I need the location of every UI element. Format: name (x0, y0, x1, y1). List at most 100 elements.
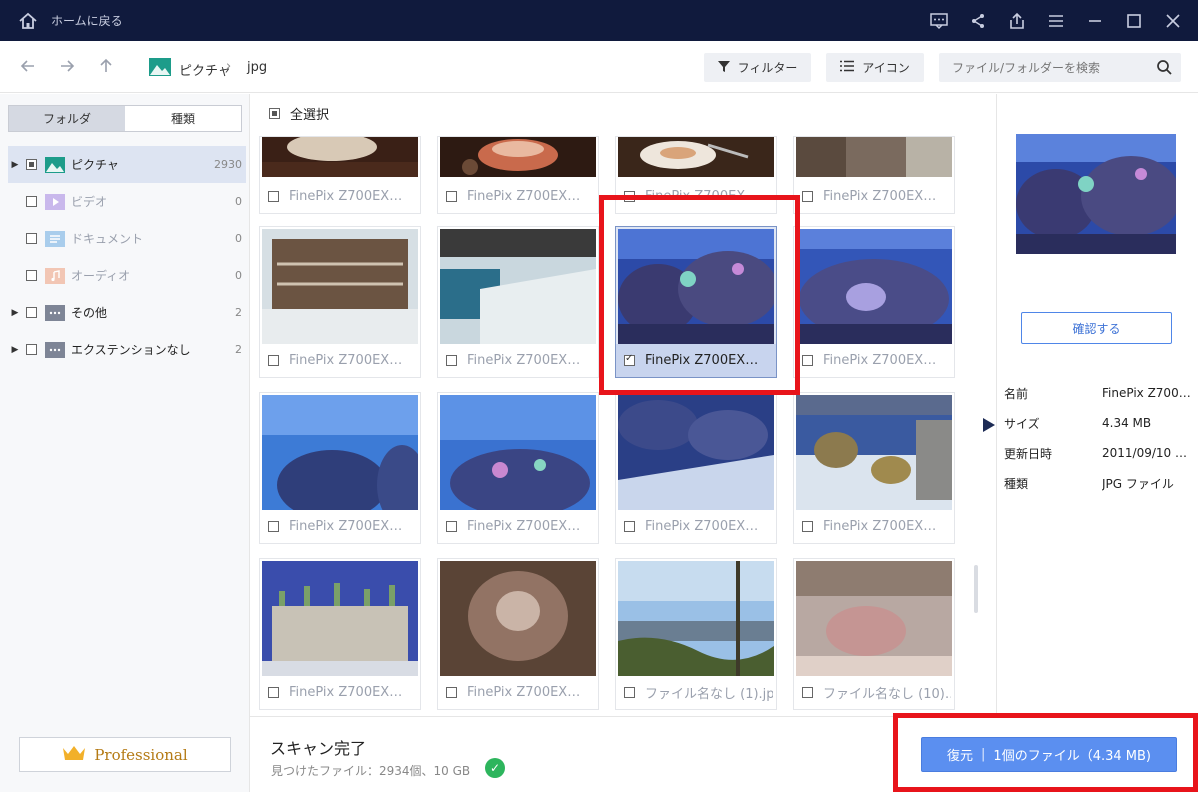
file-tile[interactable]: FinePix Z700EX… (437, 226, 599, 378)
tile-caption: FinePix Z700EX… (616, 344, 776, 377)
checkbox[interactable] (446, 191, 457, 202)
tree-item-documents[interactable]: ドキュメント 0 (8, 220, 246, 257)
file-tile[interactable]: FinePix Z700EX… (259, 226, 421, 378)
picture-folder-icon (149, 58, 171, 76)
checkbox[interactable] (26, 270, 37, 281)
thumbnail (440, 137, 596, 177)
property-key: 更新日時 (1004, 446, 1053, 461)
file-tile[interactable]: ファイル名なし (10)… (793, 558, 955, 710)
checkbox[interactable] (802, 521, 813, 532)
file-tile[interactable]: FinePix Z700EX… (615, 136, 777, 214)
file-tile[interactable]: FinePix Z700EX… (259, 136, 421, 214)
checkbox[interactable] (446, 355, 457, 366)
checkbox[interactable] (802, 687, 813, 698)
file-tile[interactable]: FinePix Z700EX… (615, 392, 777, 544)
menu-icon[interactable] (1045, 10, 1067, 32)
file-tile[interactable]: FinePix Z700EX… (437, 392, 599, 544)
professional-upgrade-button[interactable]: Professional (19, 737, 231, 772)
tree-item-count: 2 (235, 306, 242, 319)
file-tile[interactable]: FinePix Z700EX… (793, 226, 955, 378)
select-all-checkbox[interactable] (269, 108, 280, 119)
file-tile[interactable]: FinePix Z700EX… (793, 136, 955, 214)
up-arrow-icon[interactable] (95, 55, 117, 77)
file-tile[interactable]: FinePix Z700EX… (793, 392, 955, 544)
checkbox[interactable] (624, 521, 635, 532)
close-icon[interactable] (1162, 10, 1184, 32)
checkbox-checked[interactable] (624, 353, 635, 366)
checkbox[interactable] (446, 521, 457, 532)
recover-button[interactable]: 復元 | 1個のファイル（4.34 MB) (921, 737, 1177, 772)
tile-caption: FinePix Z700EX… (794, 510, 954, 543)
expand-arrow-icon[interactable]: ▶ (8, 160, 22, 170)
checkbox[interactable] (26, 307, 37, 318)
tab-type[interactable]: 種類 (125, 106, 241, 131)
checkbox[interactable] (26, 196, 37, 207)
file-tile[interactable]: ファイル名なし (1).jpg (615, 558, 777, 710)
checkbox[interactable] (26, 344, 37, 355)
tree-item-video[interactable]: ビデオ 0 (8, 183, 246, 220)
file-name: FinePix Z700EX… (823, 189, 937, 204)
file-tile[interactable]: FinePix Z700EX… (437, 136, 599, 214)
export-icon[interactable] (1006, 10, 1028, 32)
tile-caption: FinePix Z700EX… (260, 180, 420, 213)
share-icon[interactable] (967, 10, 989, 32)
recover-label: 復元 (947, 749, 974, 764)
home-label[interactable]: ホームに戻る (51, 12, 123, 29)
expand-arrow-icon[interactable]: ▶ (8, 345, 22, 355)
tile-caption: FinePix Z700EX… (794, 180, 954, 213)
tree-item-pictures[interactable]: ▶ ピクチャ 2930 (8, 146, 246, 183)
checkbox[interactable] (446, 687, 457, 698)
professional-label: Professional (94, 745, 188, 764)
checkbox[interactable] (802, 355, 813, 366)
breadcrumb-pictures[interactable]: ピクチャ (179, 60, 231, 79)
tree-item-label: ドキュメント (71, 232, 144, 246)
checkbox[interactable] (26, 159, 37, 170)
maximize-icon[interactable] (1123, 10, 1145, 32)
file-tile[interactable]: FinePix Z700EX… (437, 558, 599, 710)
select-all[interactable]: 全選択 (269, 104, 329, 123)
checkbox[interactable] (268, 687, 279, 698)
thumbnail (262, 137, 418, 177)
back-arrow-icon[interactable] (17, 55, 39, 77)
minimize-icon[interactable] (1084, 10, 1106, 32)
preview-confirm-button[interactable]: 確認する (1021, 312, 1172, 344)
breadcrumb-jpg[interactable]: jpg (247, 60, 267, 75)
tree-item-audio[interactable]: オーディオ 0 (8, 257, 246, 294)
property-type: 種類 JPG ファイル (1004, 468, 1198, 498)
checkbox[interactable] (268, 191, 279, 202)
checkbox[interactable] (624, 191, 635, 202)
document-folder-icon (45, 230, 65, 247)
file-grid: FinePix Z700EX… FinePix Z700EX… FinePix … (250, 136, 996, 716)
tree-item-label: オーディオ (71, 269, 131, 283)
tree-item-other[interactable]: ▶ その他 2 (8, 294, 246, 331)
collapse-panel-arrow-icon[interactable] (983, 418, 995, 432)
funnel-icon (717, 60, 730, 75)
checkbox[interactable] (268, 355, 279, 366)
file-name: FinePix Z700EX… (467, 353, 581, 368)
tree-item-no-extension[interactable]: ▶ エクステンションなし 2 (8, 331, 246, 368)
tab-folder[interactable]: フォルダ (9, 106, 125, 131)
checkbox[interactable] (26, 233, 37, 244)
tree-item-count: 2 (235, 343, 242, 356)
checkbox[interactable] (624, 687, 635, 698)
feedback-icon[interactable] (928, 10, 950, 32)
view-mode-button[interactable]: アイコン (826, 53, 924, 82)
file-tile[interactable]: FinePix Z700EX… (259, 392, 421, 544)
checkbox[interactable] (802, 191, 813, 202)
file-tile-selected[interactable]: FinePix Z700EX… (615, 226, 777, 378)
expand-arrow-icon[interactable]: ▶ (8, 308, 22, 318)
forward-arrow-icon[interactable] (56, 55, 78, 77)
home-icon[interactable] (17, 10, 39, 32)
search-input[interactable] (939, 53, 1144, 82)
picture-folder-icon (45, 156, 65, 173)
scrollbar-thumb[interactable] (974, 565, 978, 613)
file-tile[interactable]: FinePix Z700EX… (259, 558, 421, 710)
file-name: FinePix Z700EX… (289, 685, 403, 700)
tile-caption: FinePix Z700EX… (438, 510, 598, 543)
filter-button[interactable]: フィルター (704, 53, 811, 82)
search-icon[interactable] (1155, 58, 1173, 76)
search-box[interactable] (939, 53, 1181, 82)
crown-icon (62, 744, 86, 766)
checkbox[interactable] (268, 521, 279, 532)
thumbnail (618, 137, 774, 177)
